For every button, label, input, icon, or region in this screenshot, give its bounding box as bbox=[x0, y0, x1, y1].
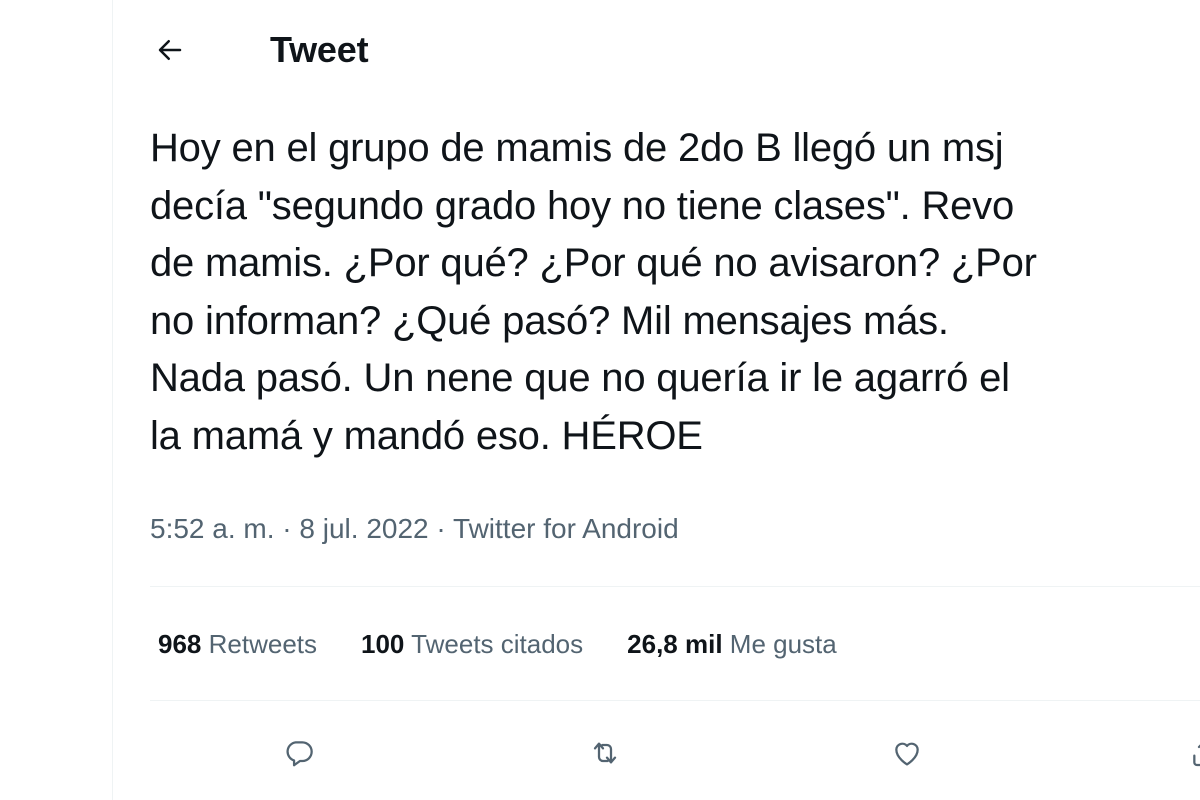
tweet-text: Hoy en el grupo de mamis de 2do B llegó … bbox=[150, 120, 1200, 465]
meta-separator: · bbox=[282, 513, 292, 544]
reply-icon bbox=[283, 737, 315, 769]
tweet-text-line: Nada pasó. Un nene que no quería ir le a… bbox=[150, 356, 1010, 400]
tweet-text-line: no informan? ¿Qué pasó? Mil mensajes más… bbox=[150, 298, 949, 343]
arrow-left-icon bbox=[155, 35, 185, 65]
tweet-text-line: de mamis. ¿Por qué? ¿Por qué no avisaron… bbox=[150, 241, 1037, 285]
quote-tweets-label: Tweets citados bbox=[411, 629, 584, 659]
tweet-text-line: Hoy en el grupo de mamis de 2do B llegó … bbox=[150, 126, 1004, 170]
tweet-page: Tweet Hoy en el grupo de mamis de 2do B … bbox=[0, 0, 1200, 800]
likes-stat[interactable]: 26,8 mil Me gusta bbox=[627, 627, 837, 661]
like-button[interactable] bbox=[882, 728, 932, 778]
divider bbox=[150, 700, 1200, 701]
tweet-source[interactable]: Twitter for Android bbox=[453, 513, 679, 544]
retweets-count: 968 bbox=[158, 629, 202, 659]
retweet-button[interactable] bbox=[580, 728, 630, 778]
page-title: Tweet bbox=[270, 29, 369, 70]
tweet-metadata: 5:52 a. m. · 8 jul. 2022 · Twitter for A… bbox=[150, 511, 679, 547]
retweets-label: Retweets bbox=[208, 629, 318, 659]
column-border bbox=[112, 0, 113, 800]
back-button[interactable] bbox=[146, 26, 194, 74]
share-icon bbox=[1189, 737, 1200, 769]
retweet-icon bbox=[588, 737, 622, 769]
likes-count: 26,8 mil bbox=[627, 629, 723, 659]
tweet-text-line: la mamá y mandó eso. HÉROE bbox=[150, 413, 703, 458]
reply-button[interactable] bbox=[274, 728, 324, 778]
tweet-date[interactable]: 8 jul. 2022 bbox=[299, 513, 428, 544]
tweet-time[interactable]: 5:52 a. m. bbox=[150, 513, 275, 544]
share-button[interactable] bbox=[1180, 728, 1200, 778]
tweet-text-line: decía "segundo grado hoy no tiene clases… bbox=[150, 183, 1015, 228]
tweet-stats: 968 Retweets 100 Tweets citados 26,8 mil… bbox=[158, 627, 881, 661]
heart-icon bbox=[891, 737, 923, 769]
divider bbox=[150, 586, 1200, 587]
retweets-stat[interactable]: 968 Retweets bbox=[158, 627, 317, 661]
meta-separator: · bbox=[436, 513, 446, 544]
quote-tweets-stat[interactable]: 100 Tweets citados bbox=[361, 627, 583, 661]
likes-label: Me gusta bbox=[729, 629, 837, 659]
quote-tweets-count: 100 bbox=[361, 629, 405, 659]
